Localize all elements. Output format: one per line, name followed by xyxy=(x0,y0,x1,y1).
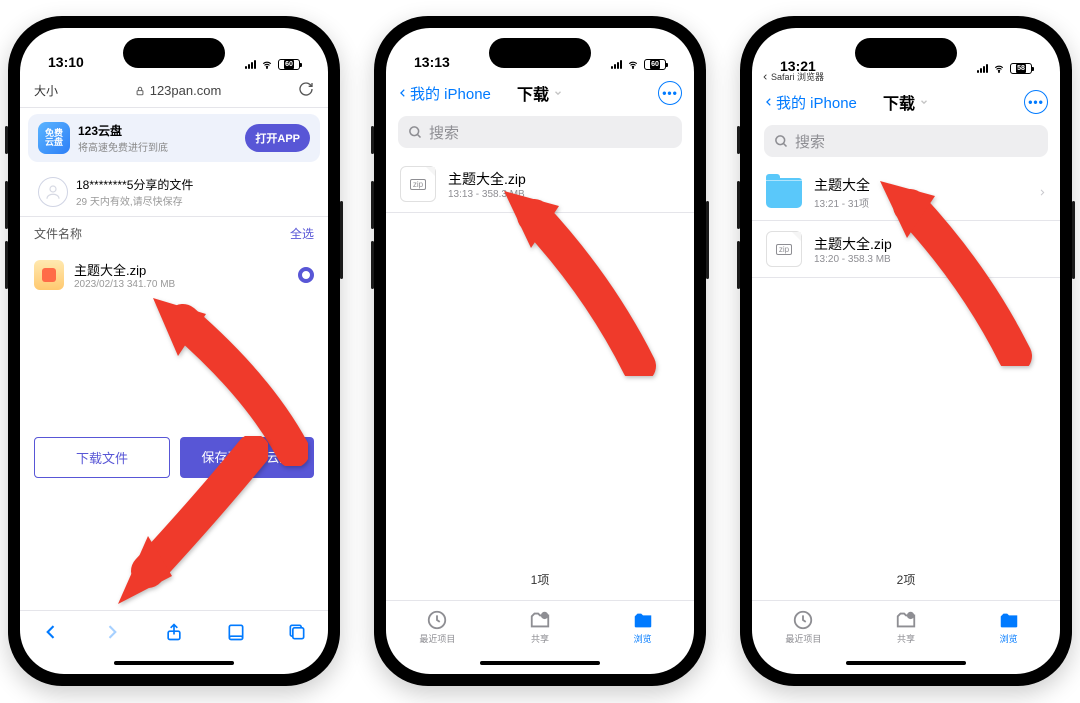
search-icon xyxy=(774,134,789,149)
dynamic-island xyxy=(123,38,225,68)
reader-size[interactable]: 大小 xyxy=(34,82,58,99)
status-time: 13:13 xyxy=(414,54,450,70)
battery-icon: 60 xyxy=(644,59,666,70)
home-indicator xyxy=(20,652,328,674)
folder-item[interactable]: 主题大全 13:21 - 31项 xyxy=(752,165,1060,221)
back-icon[interactable] xyxy=(41,622,61,642)
app-name: 123云盘 xyxy=(78,122,237,139)
nav-bar: 我的 iPhone 下载 ••• xyxy=(386,74,694,112)
chevron-right-icon xyxy=(1038,186,1046,199)
file-list-header: 文件名称 全选 xyxy=(20,216,328,250)
wifi-icon xyxy=(992,64,1006,74)
app-icon: 免费云盘 xyxy=(38,122,70,154)
file-item[interactable]: zip 主题大全.zip 13:13 - 358.3 MB xyxy=(386,156,694,213)
folder-name: 主题大全 xyxy=(814,175,870,195)
search-icon xyxy=(408,125,423,140)
bookmarks-icon[interactable] xyxy=(226,622,246,642)
safari-toolbar xyxy=(20,610,328,652)
app-promo-banner: 免费云盘 123云盘 将高速免费进行到底 打开APP xyxy=(28,114,320,162)
tab-bar: 最近项目 共享 浏览 xyxy=(386,600,694,652)
phone-frame: 13:21 58 Safari 浏览器 我的 iPhone 下载 ••• 搜索 … xyxy=(740,16,1072,686)
tab-shared[interactable]: 共享 xyxy=(489,601,592,652)
phone-frame: 13:10 60 大小 123pan.com 免费云盘 123云盘 将高速免费进… xyxy=(8,16,340,686)
file-radio-selected[interactable] xyxy=(298,267,314,283)
tab-bar: 最近项目 共享 浏览 xyxy=(752,600,1060,652)
save-to-cloud-button[interactable]: 保存至我的云盘 xyxy=(180,437,314,478)
safari-address-bar[interactable]: 大小 123pan.com xyxy=(20,74,328,108)
file-item[interactable]: zip 主题大全.zip 13:20 - 358.3 MB xyxy=(752,221,1060,278)
search-field[interactable]: 搜索 xyxy=(398,116,682,148)
page-title[interactable]: 下载 xyxy=(517,81,563,105)
file-row[interactable]: 主题大全.zip 2023/02/13 341.70 MB xyxy=(20,250,328,300)
battery-icon: 58 xyxy=(1010,63,1032,74)
wifi-icon xyxy=(260,60,274,70)
file-meta: 13:20 - 358.3 MB xyxy=(814,254,892,265)
reload-button[interactable] xyxy=(298,81,314,100)
back-button[interactable]: 我的 iPhone xyxy=(398,83,491,104)
phone-frame: 13:13 60 我的 iPhone 下载 ••• 搜索 zip 主题大全.zi… xyxy=(374,16,706,686)
forward-icon xyxy=(102,622,122,642)
nav-bar: 我的 iPhone 下载 ••• xyxy=(752,83,1060,121)
tab-shared[interactable]: 共享 xyxy=(855,601,958,652)
status-time: 13:10 xyxy=(48,54,84,70)
search-field[interactable]: 搜索 xyxy=(764,125,1048,157)
item-count: 2项 xyxy=(752,559,1060,600)
home-indicator xyxy=(752,652,1060,674)
lock-icon xyxy=(135,85,145,97)
zip-file-icon: zip xyxy=(766,231,802,267)
dynamic-island xyxy=(855,38,957,68)
tab-browse[interactable]: 浏览 xyxy=(957,601,1060,652)
file-name: 主题大全.zip xyxy=(448,169,526,189)
sharer-avatar xyxy=(38,177,68,207)
zip-file-icon: zip xyxy=(400,166,436,202)
url-domain: 123pan.com xyxy=(150,83,222,98)
share-sub: 29 天内有效,请尽快保存 xyxy=(76,193,193,208)
file-name: 主题大全.zip xyxy=(814,234,892,254)
back-button[interactable]: 我的 iPhone xyxy=(764,92,857,113)
cellular-icon xyxy=(611,60,622,69)
screen: 13:10 60 大小 123pan.com 免费云盘 123云盘 将高速免费进… xyxy=(20,28,328,674)
file-name: 主题大全.zip xyxy=(74,260,175,279)
col-filename: 文件名称 xyxy=(34,225,82,242)
tab-recent[interactable]: 最近项目 xyxy=(752,601,855,652)
app-slogan: 将高速免费进行到底 xyxy=(78,139,237,154)
status-time: 13:21 xyxy=(780,58,816,74)
file-type-icon xyxy=(34,260,64,290)
cellular-icon xyxy=(977,64,988,73)
file-meta: 13:13 - 358.3 MB xyxy=(448,189,526,200)
screen: 13:13 60 我的 iPhone 下载 ••• 搜索 zip 主题大全.zi… xyxy=(386,28,694,674)
cellular-icon xyxy=(245,60,256,69)
file-meta: 2023/02/13 341.70 MB xyxy=(74,279,175,290)
tab-browse[interactable]: 浏览 xyxy=(591,601,694,652)
battery-icon: 60 xyxy=(278,59,300,70)
search-placeholder: 搜索 xyxy=(429,122,459,143)
select-all-button[interactable]: 全选 xyxy=(290,225,314,242)
share-title: 18********5分享的文件 xyxy=(76,176,193,193)
more-button[interactable]: ••• xyxy=(1024,90,1048,114)
tabs-icon[interactable] xyxy=(287,622,307,642)
share-info: 18********5分享的文件 29 天内有效,请尽快保存 xyxy=(28,168,320,216)
wifi-icon xyxy=(626,60,640,70)
action-buttons: 下载文件 保存至我的云盘 xyxy=(20,427,328,484)
more-button[interactable]: ••• xyxy=(658,81,682,105)
folder-icon xyxy=(766,178,802,208)
item-count: 1项 xyxy=(386,559,694,600)
dynamic-island xyxy=(489,38,591,68)
tab-recent[interactable]: 最近项目 xyxy=(386,601,489,652)
page-title[interactable]: 下载 xyxy=(883,90,929,114)
search-placeholder: 搜索 xyxy=(795,131,825,152)
share-icon[interactable] xyxy=(164,622,184,642)
screen: 13:21 58 Safari 浏览器 我的 iPhone 下载 ••• 搜索 … xyxy=(752,28,1060,674)
download-file-button[interactable]: 下载文件 xyxy=(34,437,170,478)
open-app-button[interactable]: 打开APP xyxy=(245,124,310,152)
home-indicator xyxy=(386,652,694,674)
folder-meta: 13:21 - 31项 xyxy=(814,195,870,210)
